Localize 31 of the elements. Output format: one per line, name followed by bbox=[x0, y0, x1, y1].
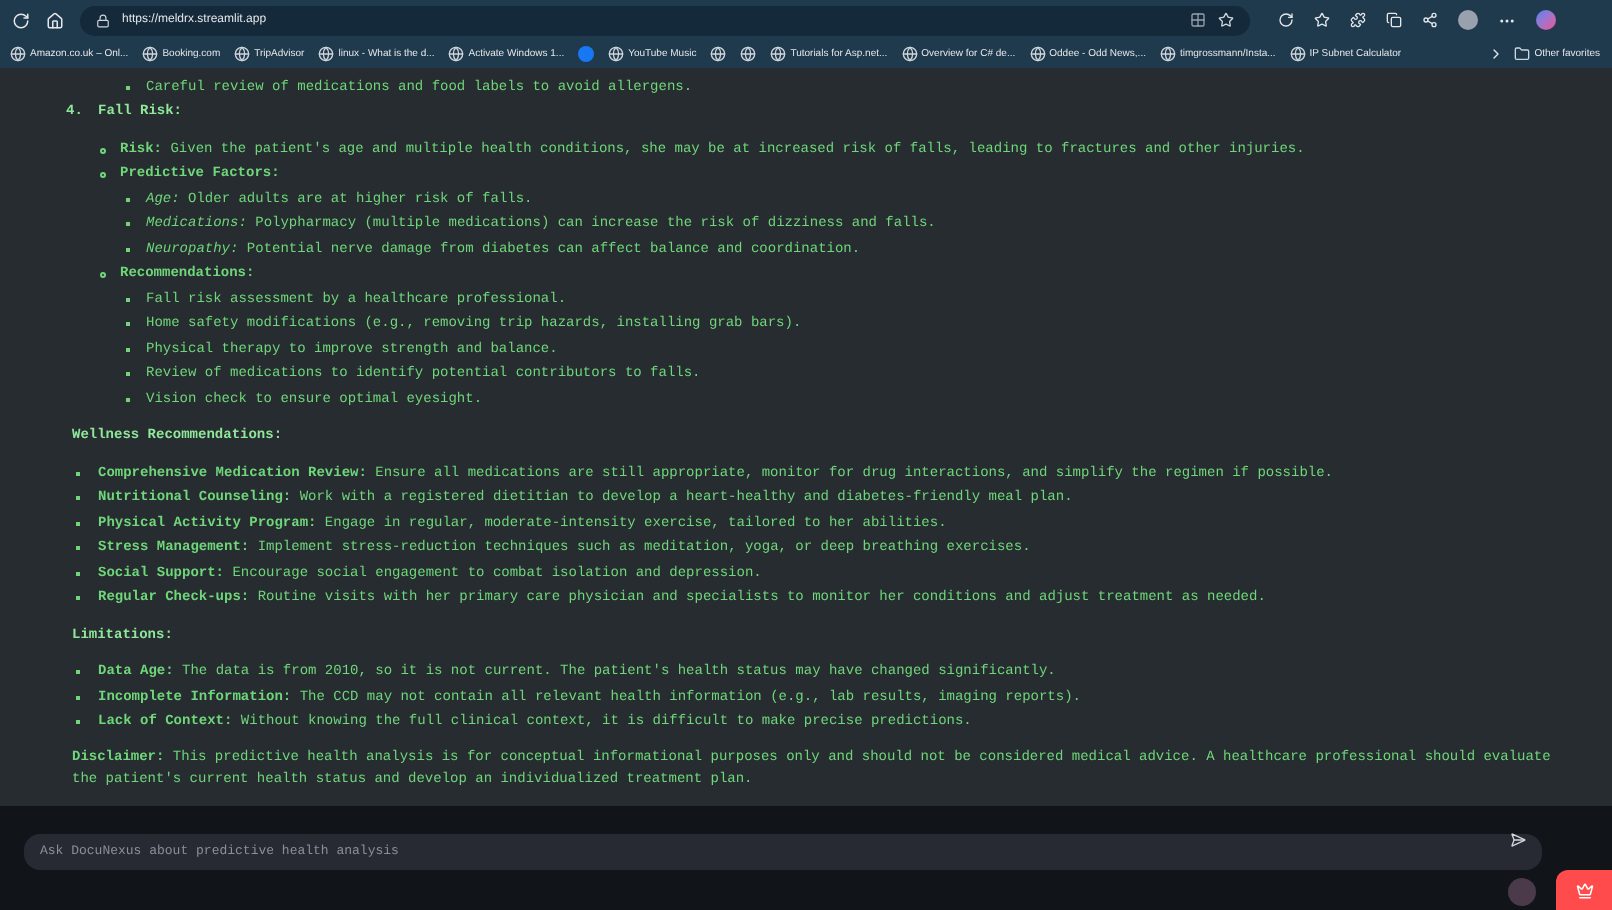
globe-icon bbox=[710, 46, 727, 63]
globe-icon bbox=[142, 46, 159, 63]
send-icon[interactable] bbox=[1510, 832, 1526, 848]
share-icon[interactable] bbox=[1422, 12, 1438, 29]
circle-bullet-icon bbox=[100, 172, 106, 179]
apps-icon[interactable] bbox=[1190, 12, 1206, 29]
globe-icon bbox=[10, 46, 26, 63]
extensions-icon[interactable] bbox=[1350, 12, 1366, 29]
lock-icon bbox=[96, 13, 110, 28]
folder-icon bbox=[1514, 46, 1531, 63]
globe-icon bbox=[608, 46, 625, 63]
globe-icon bbox=[1159, 46, 1176, 63]
streamlit-crown-button[interactable] bbox=[1556, 870, 1612, 910]
circle-bullet-icon bbox=[100, 147, 106, 154]
globe-icon bbox=[234, 46, 251, 63]
globe-icon bbox=[318, 46, 335, 63]
globe-icon bbox=[448, 46, 465, 63]
refresh-icon[interactable] bbox=[1278, 12, 1294, 29]
profile-avatar[interactable] bbox=[1458, 10, 1478, 31]
home-icon[interactable] bbox=[46, 11, 64, 30]
globe-icon bbox=[770, 46, 787, 63]
crown-icon bbox=[1575, 881, 1593, 899]
globe-icon bbox=[901, 46, 918, 63]
globe-icon bbox=[1029, 46, 1046, 63]
favorites-icon[interactable] bbox=[1314, 12, 1330, 29]
collections-icon[interactable] bbox=[1386, 12, 1402, 29]
favorite-star-icon[interactable] bbox=[1218, 12, 1234, 29]
reload-icon[interactable] bbox=[12, 11, 30, 30]
circle-bullet-icon bbox=[100, 272, 106, 279]
globe-icon bbox=[1289, 46, 1306, 63]
globe-icon bbox=[740, 46, 757, 63]
